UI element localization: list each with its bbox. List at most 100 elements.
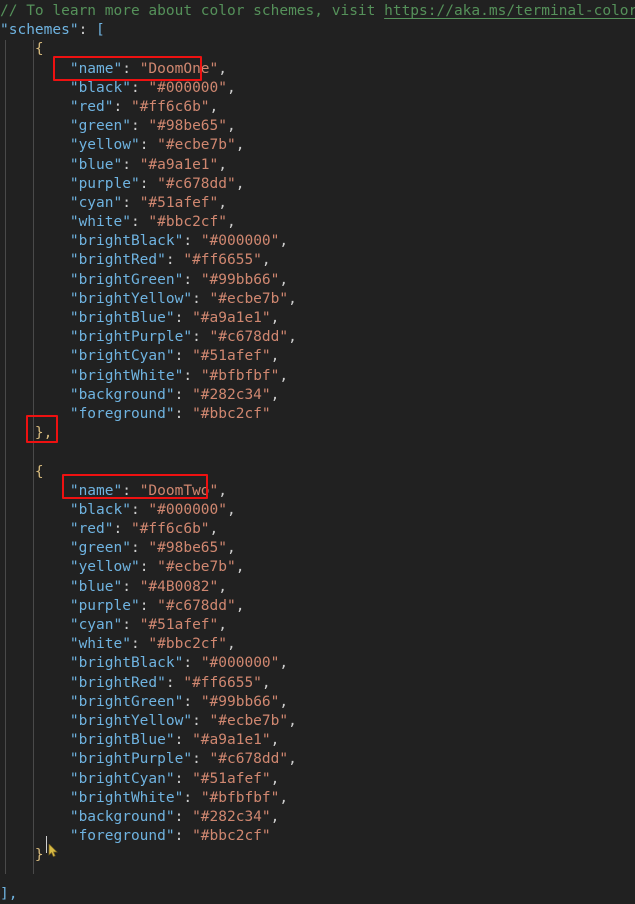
property-key: "cyan" [69, 617, 123, 633]
property-key: "brightBlack" [69, 233, 184, 250]
open-brace: { [34, 41, 44, 58]
property-key: "green" [69, 540, 131, 557]
scheme-property-line[interactable]: "purple": "#c678dd", [0, 597, 635, 616]
scheme-property-line[interactable]: "cyan": "#51afef", [0, 194, 635, 213]
scheme-property-line[interactable]: "purple": "#c678dd", [0, 175, 635, 194]
comma: , [209, 521, 219, 538]
property-key: "purple" [69, 597, 140, 614]
scheme-property-line[interactable]: "brightCyan": "#51afef", [0, 770, 635, 789]
scheme-property-line[interactable]: "brightBlack": "#000000", [0, 232, 635, 251]
colon: : [183, 693, 201, 710]
scheme-property-line[interactable]: "white": "#bbc2cf", [0, 213, 635, 232]
comma: , [279, 271, 289, 288]
scheme-property-line[interactable]: "brightRed": "#ff6655", [0, 674, 635, 693]
property-key: "brightWhite" [69, 367, 184, 384]
property-key: "brightPurple" [69, 329, 193, 346]
property-key: "background" [69, 386, 175, 403]
property-key: "foreground" [69, 405, 175, 422]
scheme-property-line[interactable]: "brightGreen": "#99bb66", [0, 271, 635, 290]
property-value: "#c678dd" [209, 751, 289, 768]
colon: : [174, 405, 193, 422]
property-value: "#99bb66" [200, 693, 280, 710]
schemes-key: "schemes" [0, 22, 79, 39]
code-editor[interactable]: // To learn more about color schemes, vi… [0, 0, 635, 902]
property-value: "#bbc2cf" [192, 828, 271, 845]
scheme-property-line[interactable]: "red": "#ff6c6b", [0, 98, 635, 117]
colon: : [130, 540, 149, 557]
scheme-property-line[interactable]: "brightBlack": "#000000", [0, 654, 635, 673]
scheme-property-line[interactable]: "brightYellow": "#ecbe7b", [0, 712, 635, 731]
scheme-property-line[interactable]: "name": "DoomOne", [0, 60, 635, 79]
scheme-property-line[interactable]: "brightYellow": "#ecbe7b", [0, 290, 635, 309]
scheme-property-line[interactable]: "black": "#000000", [0, 79, 635, 98]
property-value: "DoomTwo" [139, 482, 219, 499]
schemes-close-line[interactable]: ], [0, 885, 635, 904]
comma: , [270, 386, 280, 403]
colon: : [174, 808, 193, 825]
colon: : [139, 137, 158, 154]
property-value: "#000000" [200, 233, 280, 250]
scheme-property-line[interactable]: "background": "#282c34", [0, 386, 635, 405]
scheme-property-line[interactable]: "cyan": "#51afef", [0, 616, 635, 635]
comma: , [227, 214, 236, 231]
code-lines[interactable]: // To learn more about color schemes, vi… [0, 0, 635, 904]
colon: : [113, 521, 131, 538]
scheme-close-brace-line[interactable]: }, [0, 424, 635, 443]
comma: , [218, 578, 228, 595]
property-value: "#bfbfbf" [200, 789, 280, 806]
colon: : [183, 233, 201, 250]
scheme-property-line[interactable]: "yellow": "#ecbe7b", [0, 558, 635, 577]
comma: , [227, 501, 236, 518]
scheme-open-brace-line[interactable]: { [0, 40, 635, 59]
scheme-property-line[interactable]: "foreground": "#bbc2cf" [0, 827, 635, 846]
comma: , [261, 674, 271, 691]
scheme-property-line[interactable]: "blue": "#4B0082", [0, 578, 635, 597]
scheme-property-line[interactable]: "brightWhite": "#bfbfbf", [0, 789, 635, 808]
scheme-open-brace-line[interactable]: { [0, 463, 635, 482]
property-value: "#bfbfbf" [200, 367, 280, 384]
scheme-property-line[interactable]: "white": "#bbc2cf", [0, 635, 635, 654]
blank-line[interactable] [0, 443, 635, 462]
scheme-property-line[interactable]: "foreground": "#bbc2cf" [0, 405, 635, 424]
property-value: "#282c34" [192, 808, 271, 825]
comma: , [235, 597, 245, 614]
scheme-property-line[interactable]: "black": "#000000", [0, 501, 635, 520]
comment-line[interactable]: // To learn more about color schemes, vi… [0, 2, 635, 21]
scheme-property-line[interactable]: "green": "#98be65", [0, 539, 635, 558]
schemes-root-line[interactable]: "schemes": [ [0, 21, 635, 40]
property-value: "#a9a1e1" [192, 310, 271, 326]
colon: : [174, 348, 193, 365]
scheme-property-line[interactable]: "blue": "#a9a1e1", [0, 156, 635, 175]
close-brace: } [34, 847, 44, 864]
property-value: "#c678dd" [157, 175, 236, 192]
scheme-property-line[interactable]: "name": "DoomTwo", [0, 482, 635, 501]
doc-link[interactable]: https://aka.ms/terminal-color-schemes [384, 3, 635, 19]
scheme-property-line[interactable]: "brightPurple": "#c678dd", [0, 750, 635, 769]
colon: : [139, 175, 158, 192]
colon: : [130, 636, 149, 653]
scheme-property-line[interactable]: "green": "#98be65", [0, 117, 635, 136]
blank-line[interactable] [0, 865, 635, 884]
property-key: "blue" [69, 578, 123, 595]
colon: : [122, 60, 140, 77]
scheme-property-line[interactable]: "brightGreen": "#99bb66", [0, 693, 635, 712]
scheme-property-line[interactable]: "yellow": "#ecbe7b", [0, 136, 635, 155]
property-value: "#ecbe7b" [157, 559, 236, 576]
scheme-property-line[interactable]: "brightPurple": "#c678dd", [0, 328, 635, 347]
scheme-property-line[interactable]: "brightBlue": "#a9a1e1", [0, 731, 635, 750]
colon: : [192, 751, 210, 768]
comma: , [270, 770, 280, 787]
comma: , [227, 540, 236, 557]
scheme-property-line[interactable]: "brightWhite": "#bfbfbf", [0, 367, 635, 386]
scheme-property-line[interactable]: "brightCyan": "#51afef", [0, 347, 635, 366]
scheme-property-line[interactable]: "background": "#282c34", [0, 808, 635, 827]
colon: : [130, 214, 149, 231]
colon: : [78, 22, 97, 39]
scheme-property-line[interactable]: "brightRed": "#ff6655", [0, 251, 635, 270]
property-key: "brightBlue" [69, 732, 175, 749]
colon: : [192, 329, 210, 346]
scheme-close-brace-line[interactable]: } [0, 846, 635, 865]
scheme-property-line[interactable]: "brightBlue": "#a9a1e1", [0, 309, 635, 328]
comma: , [270, 808, 280, 825]
scheme-property-line[interactable]: "red": "#ff6c6b", [0, 520, 635, 539]
